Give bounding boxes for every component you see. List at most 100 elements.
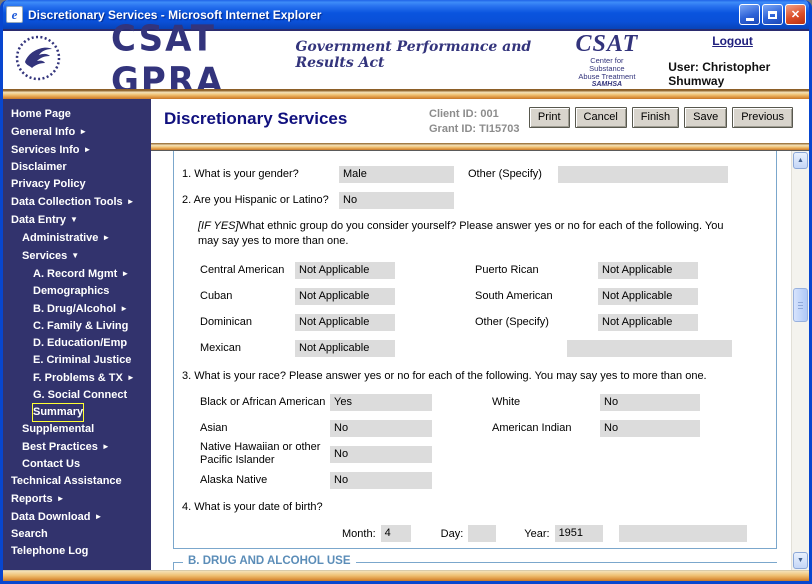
race-field-native-hawaiian-or-other-pacific-islander[interactable]: No — [330, 445, 432, 463]
sidebar-label-administrative[interactable]: Administrative — [22, 230, 98, 247]
sidebar-item-summary[interactable]: Summary — [3, 403, 151, 422]
sidebar-item-data-entry[interactable]: Data Entry ▼ — [3, 211, 151, 229]
sidebar-label-e-criminal-justice[interactable]: E. Criminal Justice — [33, 352, 131, 369]
submenu-arrow-icon: ► — [120, 304, 129, 313]
vertical-scrollbar[interactable]: ▲ ▼ — [791, 151, 809, 570]
submenu-arrow-icon: ► — [102, 233, 111, 242]
dob-year-field[interactable]: 1951 — [554, 525, 603, 542]
sidebar-label-a-record-mgmt[interactable]: A. Record Mgmt — [33, 266, 117, 283]
scroll-up-button[interactable]: ▲ — [793, 152, 808, 169]
sidebar-label-contact-us[interactable]: Contact Us — [22, 456, 80, 473]
sidebar-item-a-record-mgmt[interactable]: A. Record Mgmt ► — [3, 265, 151, 283]
hispanic-latino-field[interactable]: No — [339, 191, 454, 209]
scrollbar-thumb[interactable] — [793, 288, 808, 322]
sidebar-label-reports[interactable]: Reports — [11, 491, 53, 508]
ethnic-field-dominican[interactable]: Not Applicable — [295, 313, 395, 331]
sidebar-label-best-practices[interactable]: Best Practices — [22, 439, 98, 456]
logout-link[interactable]: Logout — [712, 34, 753, 48]
sidebar-item-supplemental[interactable]: Supplemental — [3, 421, 151, 438]
ethnic-other-specify-field[interactable] — [567, 339, 732, 357]
sidebar-label-b-drug-alcohol[interactable]: B. Drug/Alcohol — [33, 301, 116, 318]
sidebar-item-search[interactable]: Search — [3, 526, 151, 543]
navigation-sidebar: Home Page General Info ► Services Info ► Disc… — [3, 99, 151, 570]
sidebar-label-d-education-emp[interactable]: D. Education/Emp — [33, 335, 127, 352]
sidebar-label-privacy-policy[interactable]: Privacy Policy — [11, 176, 86, 193]
close-button[interactable]: ✕ — [785, 4, 806, 25]
minimize-button[interactable] — [739, 4, 760, 25]
sidebar-label-home-page[interactable]: Home Page — [11, 106, 71, 123]
page-title: Discretionary Services — [164, 109, 348, 128]
previous-button[interactable]: Previous — [732, 107, 793, 128]
sidebar-label-demographics[interactable]: Demographics — [33, 283, 109, 300]
sidebar-item-c-family-living[interactable]: C. Family & Living — [3, 318, 151, 335]
sidebar-label-services[interactable]: Services — [22, 248, 67, 265]
q4-dob-label: 4. What is your date of birth? — [182, 501, 323, 513]
race-field-alaska-native[interactable]: No — [330, 471, 432, 489]
sidebar-label-telephone-log[interactable]: Telephone Log — [11, 543, 88, 560]
ethnic-field-other-specify[interactable]: Not Applicable — [598, 313, 698, 331]
print-button[interactable]: Print — [528, 107, 570, 128]
sidebar-label-g-social-connect[interactable]: G. Social Connect — [33, 387, 127, 404]
ethnic-field-puerto-rican[interactable]: Not Applicable — [598, 261, 698, 279]
sidebar-label-data-download[interactable]: Data Download — [11, 509, 90, 526]
sidebar-item-services-info[interactable]: Services Info ► — [3, 141, 151, 159]
sidebar-label-data-collection-tools[interactable]: Data Collection Tools — [11, 194, 123, 211]
cancel-button[interactable]: Cancel — [574, 107, 627, 128]
sidebar-item-d-education-emp[interactable]: D. Education/Emp — [3, 335, 151, 352]
sidebar-label-c-family-living[interactable]: C. Family & Living — [33, 318, 128, 335]
sidebar-item-disclaimer[interactable]: Disclaimer — [3, 159, 151, 176]
dob-extra-field[interactable] — [618, 525, 747, 542]
maximize-button[interactable] — [762, 4, 783, 25]
sidebar-label-f-problems-tx[interactable]: F. Problems & TX — [33, 370, 123, 387]
dob-row: Month: 4 Day: Year: 1951 — [342, 525, 776, 542]
sidebar-item-home-page[interactable]: Home Page — [3, 106, 151, 123]
sidebar-label-search[interactable]: Search — [11, 526, 48, 543]
sidebar-label-technical-assistance[interactable]: Technical Assistance — [11, 473, 122, 490]
sidebar-label-supplemental[interactable]: Supplemental — [22, 421, 94, 438]
dob-month-field[interactable]: 4 — [380, 525, 411, 542]
save-button[interactable]: Save — [684, 107, 728, 128]
sidebar-item-services[interactable]: Services ▼ — [3, 247, 151, 265]
gender-other-field[interactable] — [558, 165, 728, 183]
brand-block: CSAT GPRA Government Performance and Res… — [111, 18, 538, 102]
sidebar-label-data-entry[interactable]: Data Entry — [11, 212, 66, 229]
scrollbar-track[interactable] — [792, 170, 809, 551]
sidebar-item-e-criminal-justice[interactable]: E. Criminal Justice — [3, 352, 151, 369]
race-field-white[interactable]: No — [600, 393, 700, 411]
sidebar-item-f-problems-tx[interactable]: F. Problems & TX ► — [3, 369, 151, 387]
ethnic-field-mexican[interactable]: Not Applicable — [295, 339, 395, 357]
sidebar-label-services-info[interactable]: Services Info — [11, 142, 79, 159]
gender-field[interactable]: Male — [339, 165, 454, 183]
sidebar-item-privacy-policy[interactable]: Privacy Policy — [3, 176, 151, 193]
sidebar-item-best-practices[interactable]: Best Practices ► — [3, 438, 151, 456]
logged-in-user: User: Christopher Shumway — [668, 60, 771, 88]
sidebar-item-g-social-connect[interactable]: G. Social Connect — [3, 387, 151, 404]
race-field-american-indian[interactable]: No — [600, 419, 700, 437]
ethnic-group-instruction: [IF YES]What ethnic group do you conside… — [198, 219, 738, 249]
sidebar-item-contact-us[interactable]: Contact Us — [3, 456, 151, 473]
sidebar-label-summary[interactable]: Summary — [31, 403, 85, 422]
hhs-eagle-logo — [15, 35, 61, 86]
dob-day-field[interactable] — [468, 525, 497, 542]
sidebar-label-disclaimer[interactable]: Disclaimer — [11, 159, 67, 176]
sidebar-item-b-drug-alcohol[interactable]: B. Drug/Alcohol ► — [3, 300, 151, 318]
sidebar-item-telephone-log[interactable]: Telephone Log — [3, 543, 151, 560]
race-field-black-or-african-american[interactable]: Yes — [330, 393, 432, 411]
csat-samhsa-logo: CSAT Center for Substance Abuse Treatmen… — [575, 30, 639, 88]
sidebar-item-data-collection-tools[interactable]: Data Collection Tools ► — [3, 193, 151, 211]
csat-logo-title: CSAT — [575, 30, 639, 57]
scroll-down-button[interactable]: ▼ — [793, 552, 808, 569]
race-field-asian[interactable]: No — [330, 419, 432, 437]
sidebar-item-technical-assistance[interactable]: Technical Assistance — [3, 473, 151, 490]
sidebar-label-general-info[interactable]: General Info — [11, 124, 75, 141]
sidebar-item-demographics[interactable]: Demographics — [3, 283, 151, 300]
sidebar-item-data-download[interactable]: Data Download ► — [3, 508, 151, 526]
finish-button[interactable]: Finish — [631, 107, 680, 128]
sidebar-item-reports[interactable]: Reports ► — [3, 490, 151, 508]
sidebar-item-administrative[interactable]: Administrative ► — [3, 229, 151, 247]
ethnic-field-cuban[interactable]: Not Applicable — [295, 287, 395, 305]
ethnic-field-south-american[interactable]: Not Applicable — [598, 287, 698, 305]
sidebar-item-general-info[interactable]: General Info ► — [3, 123, 151, 141]
ethnic-field-central-american[interactable]: Not Applicable — [295, 261, 395, 279]
section-b-title: B. DRUG AND ALCOHOL USE — [183, 555, 356, 567]
